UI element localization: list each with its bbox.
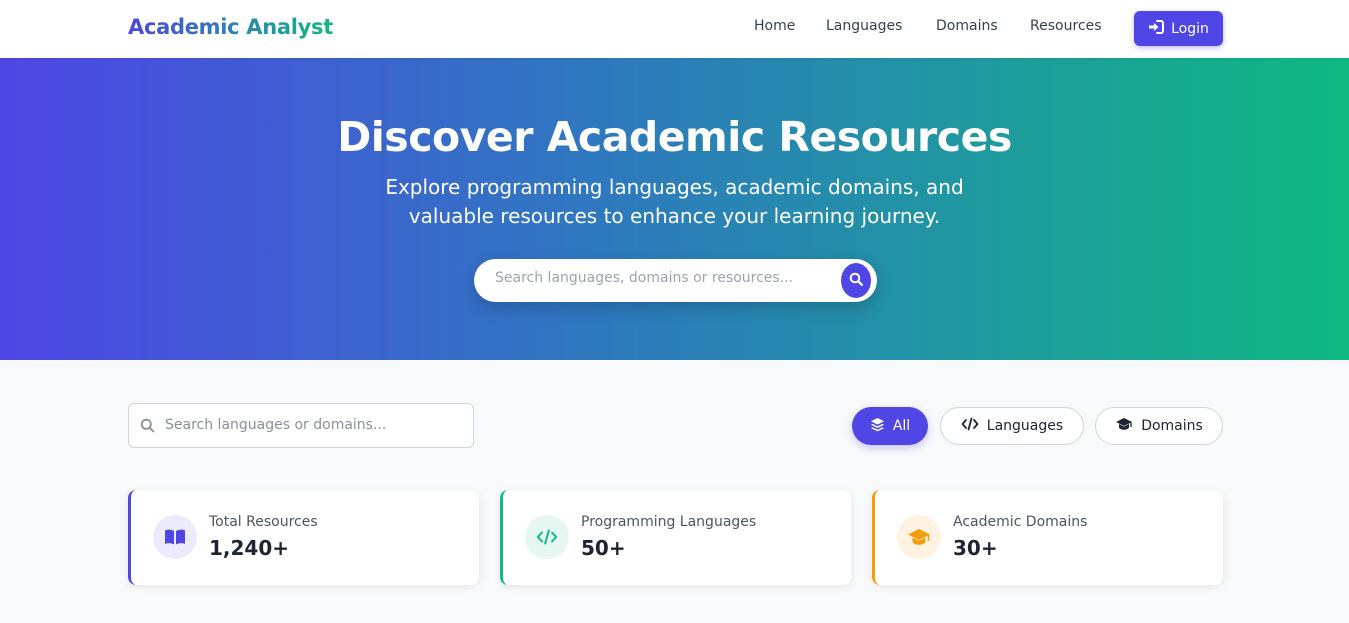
filter-pill-all[interactable]: All: [852, 407, 928, 445]
hero-search-button[interactable]: [841, 263, 871, 298]
stat-value: 30+: [953, 536, 998, 560]
filter-search-box: [128, 403, 474, 448]
search-icon: [140, 418, 155, 437]
sign-in-icon: [1148, 19, 1165, 38]
stat-value: 50+: [581, 536, 626, 560]
stat-card-academic-domains: Academic Domains 30+: [872, 490, 1223, 585]
nav-link-languages[interactable]: Languages: [826, 18, 902, 34]
stat-card-total-resources: Total Resources 1,240+: [128, 490, 479, 585]
book-icon: [153, 515, 197, 559]
graduation-cap-icon: [897, 515, 941, 559]
filter-pill-languages[interactable]: Languages: [940, 407, 1084, 445]
hero-section: Discover Academic Resources Explore prog…: [0, 58, 1349, 360]
nav-link-home[interactable]: Home: [754, 18, 795, 34]
filter-pill-all-label: All: [892, 418, 911, 434]
stat-label: Academic Domains: [953, 514, 1088, 530]
filter-pill-domains-label: Domains: [1141, 418, 1203, 434]
nav-link-domains[interactable]: Domains: [936, 18, 998, 34]
graduation-cap-icon: [1115, 417, 1133, 435]
stat-value: 1,240+: [209, 536, 290, 560]
filter-pill-domains[interactable]: Domains: [1095, 407, 1223, 445]
hero-search-bar: [474, 259, 877, 302]
code-icon: [961, 417, 979, 435]
hero-subtitle-line-2: valuable resources to enhance your learn…: [408, 204, 941, 228]
hero-title: Discover Academic Resources: [337, 113, 1012, 161]
hero-subtitle-line-1: Explore programming languages, academic …: [385, 175, 964, 199]
layers-icon: [870, 417, 885, 436]
filter-search-input[interactable]: [165, 417, 455, 433]
filter-pill-languages-label: Languages: [986, 418, 1064, 434]
login-label: Login: [1171, 20, 1209, 37]
search-icon: [849, 271, 863, 290]
nav-link-resources[interactable]: Resources: [1030, 18, 1102, 34]
stat-card-programming-languages: Programming Languages 50+: [500, 490, 851, 585]
code-icon: [525, 515, 569, 559]
login-button[interactable]: Login: [1134, 11, 1223, 46]
hero-subtitle: Explore programming languages, academic …: [0, 173, 1349, 231]
stat-label: Programming Languages: [581, 514, 757, 530]
stat-label: Total Resources: [209, 514, 318, 530]
top-navbar: Academic Analyst Home Languages Domains …: [0, 0, 1349, 58]
hero-search-input[interactable]: [495, 270, 825, 286]
brand-logo[interactable]: Academic Analyst: [128, 15, 333, 39]
